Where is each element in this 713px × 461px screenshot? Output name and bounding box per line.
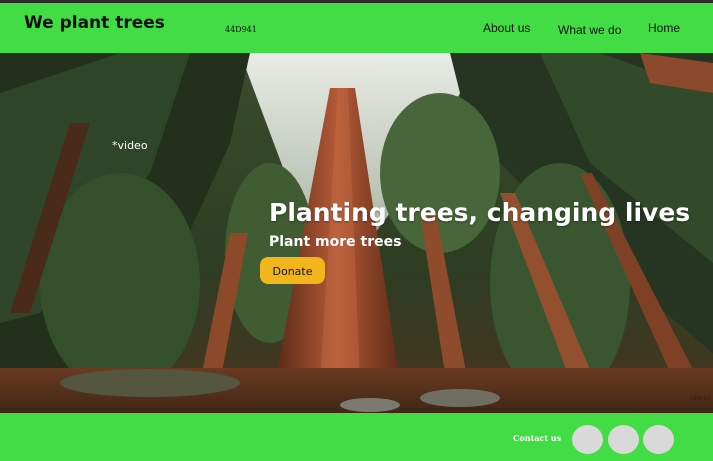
video-placeholder-label: *video [112, 139, 148, 152]
hero-title: Planting trees, changing lives [269, 198, 691, 227]
site-footer: Contact us [0, 413, 713, 461]
social-circle-icon[interactable] [608, 425, 639, 454]
forest-background-image [0, 53, 713, 413]
nav-about-us[interactable]: About us [483, 21, 530, 35]
contact-us-link[interactable]: Contact us [513, 433, 561, 443]
social-circle-icon[interactable] [572, 425, 603, 454]
donate-button[interactable]: Donate [260, 257, 325, 284]
color-code-label: 44D941 [225, 25, 257, 34]
social-circle-icon[interactable] [643, 425, 674, 454]
site-header: We plant trees 44D941 About us What we d… [0, 3, 713, 53]
hero-subtitle: Plant more trees [269, 234, 402, 250]
image-corner-mark: Jd9cb3 [690, 395, 711, 402]
page: We plant trees 44D941 About us What we d… [0, 0, 713, 461]
nav-home[interactable]: Home [648, 21, 680, 35]
hero-section: *video Planting trees, changing lives Pl… [0, 53, 713, 413]
site-logo-text[interactable]: We plant trees [24, 13, 165, 33]
nav-what-we-do[interactable]: What we do [558, 23, 621, 37]
